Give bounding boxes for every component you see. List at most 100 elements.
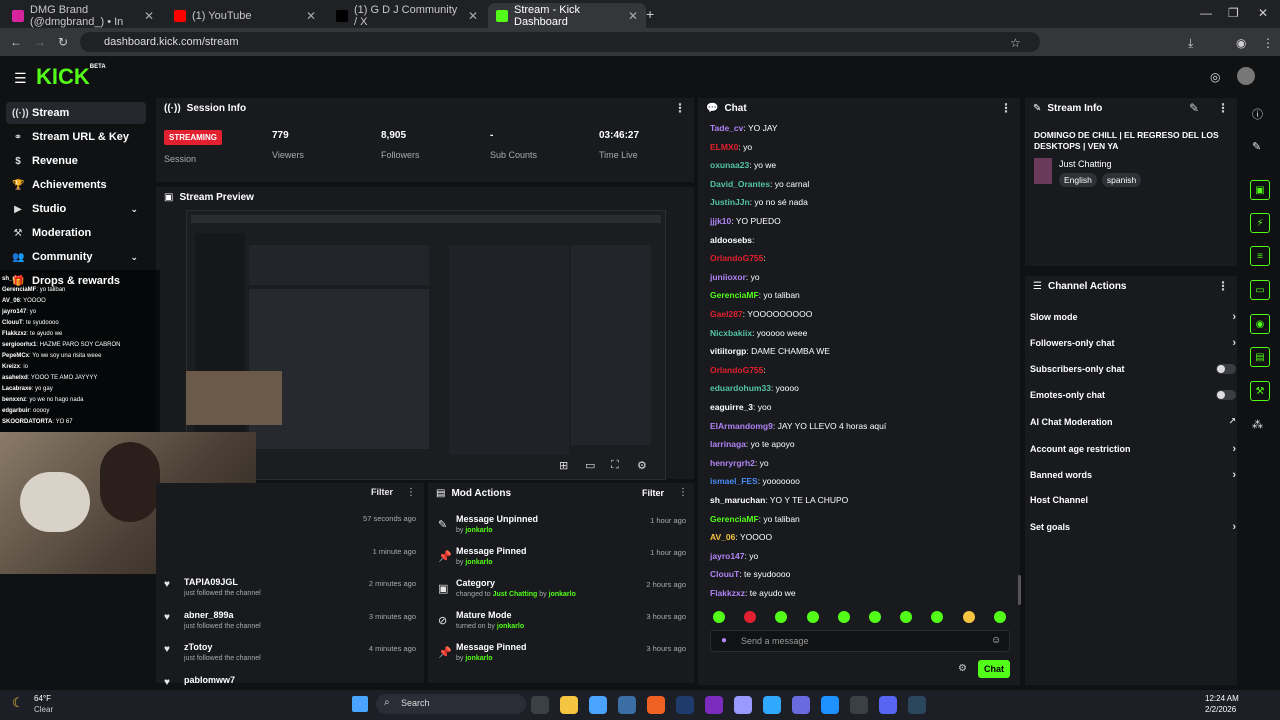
emote-icon[interactable] — [962, 611, 975, 623]
chat-username[interactable]: GerenciaMF — [710, 290, 759, 300]
broadcast-toggle-icon[interactable]: ◉ — [1250, 314, 1270, 334]
tools-icon[interactable]: ⚒ — [1250, 381, 1270, 401]
emote-icon[interactable] — [806, 611, 819, 623]
settings-icon[interactable]: ⚙ — [637, 459, 647, 472]
follower-name[interactable]: pablomww7 — [184, 675, 235, 685]
typora-icon[interactable] — [821, 696, 839, 714]
info-icon[interactable]: ⓘ — [1252, 106, 1263, 122]
channel-action-account-age-restriction[interactable]: Account age restriction › — [1030, 443, 1236, 455]
app-icon[interactable] — [792, 696, 810, 714]
after-effects-icon[interactable] — [705, 696, 723, 714]
follower-name[interactable]: TAPIA09JGL — [184, 577, 238, 587]
kebab-icon[interactable]: ⋮ — [1217, 101, 1229, 115]
mod-toggle-icon[interactable]: ▤ — [1250, 347, 1270, 367]
premiere-icon[interactable] — [734, 696, 752, 714]
filter-button[interactable]: Filter — [371, 487, 393, 497]
chat-input[interactable]: ● Send a message ☺ — [710, 630, 1010, 652]
filter-button[interactable]: Filter — [642, 488, 664, 498]
obs-studio-icon[interactable] — [850, 696, 868, 714]
chat-username[interactable]: Gael287 — [710, 309, 743, 319]
stream-preview-video[interactable]: ⊞ ▭ ⛶ ⚙ — [186, 210, 666, 480]
help-icon[interactable]: ◎ — [1210, 70, 1220, 84]
chat-username[interactable]: aldoosebs — [710, 235, 752, 245]
mod-user[interactable]: jonkarlo — [497, 623, 524, 630]
emote-icon[interactable] — [837, 611, 850, 623]
mod-user[interactable]: jonkarlo — [465, 655, 492, 662]
chat-username[interactable]: jjjk10 — [710, 216, 731, 226]
discord-icon[interactable] — [879, 696, 897, 714]
chat-username[interactable]: vitiitorgp — [710, 346, 746, 356]
channel-action-subscribers-only-chat[interactable]: Subscribers-only chat — [1030, 363, 1236, 374]
preview-toggle-icon[interactable]: ▣ — [1250, 180, 1270, 200]
channel-action-host-channel[interactable]: Host Channel — [1030, 495, 1236, 505]
follower-name[interactable]: zTotoy — [184, 642, 212, 652]
more-widgets-icon[interactable]: ⁂ — [1252, 418, 1263, 431]
chat-username[interactable]: GerenciaMF — [710, 514, 759, 524]
chat-username[interactable]: eduardohum33 — [710, 383, 771, 393]
sidebar-item-revenue[interactable]: $ Revenue — [6, 150, 146, 172]
forward-icon[interactable]: → — [34, 35, 46, 49]
soundcloud-icon[interactable] — [647, 696, 665, 714]
tag-pill[interactable]: English — [1059, 173, 1097, 187]
close-tab-icon[interactable]: ✕ — [628, 9, 638, 23]
category-thumbnail[interactable] — [1034, 158, 1052, 184]
download-icon[interactable]: ⤓ — [1188, 36, 1193, 51]
sidebar-item-drops-rewards[interactable]: 🎁 Drops & rewards — [6, 270, 146, 292]
mod-user[interactable]: Just Chatting — [493, 591, 538, 598]
chat-username[interactable]: eaguirre_3 — [710, 402, 753, 412]
profile-icon[interactable]: ◉ — [1236, 36, 1246, 50]
kebab-icon[interactable]: ⋮ — [1000, 101, 1012, 115]
kebab-icon[interactable]: ⋮ — [1217, 279, 1229, 293]
fullscreen-icon[interactable]: ⛶ — [611, 459, 619, 472]
file-explorer-icon[interactable] — [560, 696, 578, 714]
channel-action-slow-mode[interactable]: Slow mode › — [1030, 311, 1236, 323]
close-tab-icon[interactable]: ✕ — [306, 9, 316, 23]
emote-icon[interactable] — [993, 611, 1006, 623]
chat-settings-icon[interactable]: ⚙ — [958, 663, 967, 674]
chat-username[interactable]: Tade_cv — [710, 123, 743, 133]
edit-icon[interactable]: ✎ — [1252, 140, 1261, 153]
channel-action-followers-only-chat[interactable]: Followers-only chat › — [1030, 337, 1236, 349]
follower-name[interactable]: abner_899a — [184, 610, 234, 620]
chat-username[interactable]: David_Orantes — [710, 179, 770, 189]
sidebar-item-stream[interactable]: ((·)) Stream — [6, 102, 146, 124]
taskbar-search[interactable]: ⌕ Search — [376, 694, 526, 714]
close-tab-icon[interactable]: ✕ — [468, 9, 478, 23]
minimize-icon[interactable]: — — [1200, 6, 1212, 20]
back-icon[interactable]: ← — [10, 35, 22, 49]
chat-username[interactable]: AV_06 — [710, 532, 735, 542]
url-field[interactable]: dashboard.kick.com/stream — [80, 32, 1040, 52]
chat-toggle-icon[interactable]: ▭ — [1250, 280, 1270, 300]
browser-tab[interactable]: (1) YouTube ✕ — [166, 3, 324, 28]
channel-action-ai-chat-moderation[interactable]: AI Chat Moderation ↗ — [1030, 416, 1236, 427]
windows-start-icon[interactable] — [352, 696, 368, 712]
chat-username[interactable]: OrlandoG755 — [710, 365, 763, 375]
channel-action-set-goals[interactable]: Set goals › — [1030, 521, 1236, 533]
chat-username[interactable]: juniioxor — [710, 272, 746, 282]
mic-icon[interactable]: ● — [721, 635, 727, 646]
browser-tab[interactable]: DMG Brand (@dmgbrand_) • In ✕ — [4, 3, 162, 28]
sidebar-item-stream-url-key[interactable]: ⚭ Stream URL & Key — [6, 126, 146, 148]
obs-icon[interactable] — [618, 696, 636, 714]
chat-username[interactable]: ismael_FES — [710, 476, 758, 486]
browser-menu-icon[interactable]: ⋮ — [1262, 36, 1274, 50]
kebab-icon[interactable]: ⋮ — [674, 101, 686, 115]
emote-icon[interactable] — [713, 611, 725, 623]
sidebar-item-community[interactable]: 👥 Community ⌄ — [6, 246, 146, 268]
task-view-icon[interactable] — [531, 696, 549, 714]
media-encoder-icon[interactable] — [676, 696, 694, 714]
chat-username[interactable]: larrinaga — [710, 439, 746, 449]
channel-action-banned-words[interactable]: Banned words › — [1030, 469, 1236, 481]
sidebar-item-achievements[interactable]: 🏆 Achievements — [6, 174, 146, 196]
theatre-icon[interactable]: ▭ — [585, 459, 595, 472]
kick-logo[interactable]: KICKBETA — [36, 64, 106, 90]
kebab-icon[interactable]: ⋮ — [406, 487, 416, 498]
browser-tab[interactable]: (1) G D J Community / X ✕ — [328, 3, 486, 28]
toggle-switch[interactable] — [1216, 363, 1236, 374]
send-chat-button[interactable]: Chat — [978, 660, 1010, 678]
steam-icon[interactable] — [908, 696, 926, 714]
mod-user[interactable]: jonkarlo — [549, 591, 576, 598]
restore-icon[interactable]: ❐ — [1228, 6, 1239, 20]
chat-username[interactable]: Nicxbakiix — [710, 328, 752, 338]
reload-icon[interactable]: ↻ — [58, 35, 68, 49]
